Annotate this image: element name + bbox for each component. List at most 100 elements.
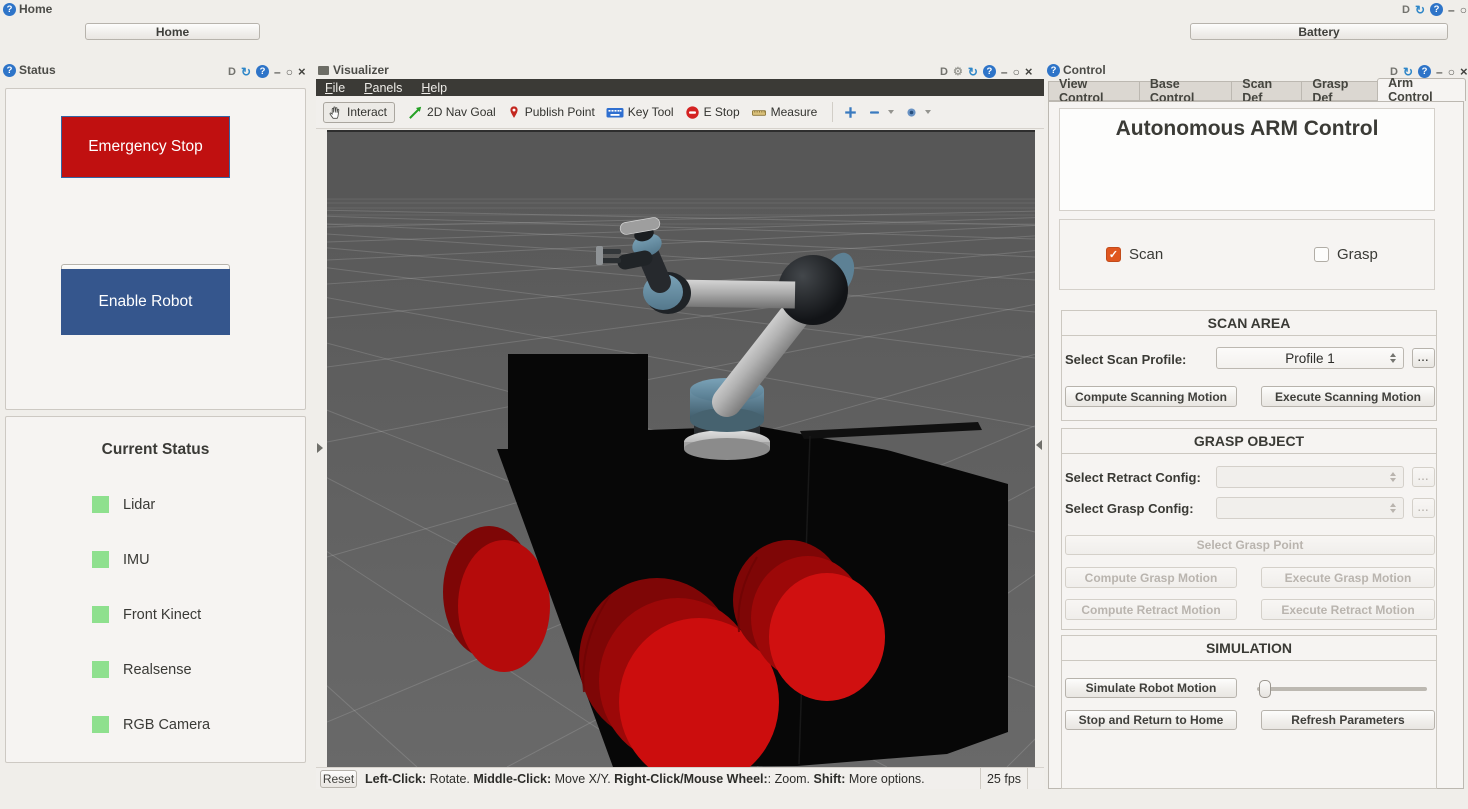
status-panel: ? Status D ↻ ? – ○ × Emergency Stop Enab…: [2, 62, 314, 774]
right-splitter-handle[interactable]: [1036, 440, 1042, 450]
tab-view-control[interactable]: View Control: [1048, 81, 1139, 101]
tab-grasp-def[interactable]: Grasp Def: [1301, 81, 1377, 101]
help-icon: ?: [3, 64, 16, 77]
key-tool-button[interactable]: Key Tool: [606, 105, 674, 120]
home-button[interactable]: Home: [85, 23, 260, 40]
close-button[interactable]: ×: [298, 65, 306, 79]
restore-button[interactable]: ○: [1460, 3, 1467, 17]
compute-grasp-motion-button[interactable]: Compute Grasp Motion: [1065, 567, 1237, 588]
publish-point-tool-button[interactable]: Publish Point: [507, 105, 595, 120]
nav-goal-tool-button[interactable]: 2D Nav Goal: [408, 105, 496, 120]
compute-scanning-motion-button[interactable]: Compute Scanning Motion: [1065, 386, 1237, 407]
simulate-robot-motion-button[interactable]: Simulate Robot Motion: [1065, 678, 1237, 698]
measure-tool-button[interactable]: Measure: [751, 105, 818, 120]
scan-profile-browse-button[interactable]: ...: [1412, 348, 1435, 368]
grasp-object-header: GRASP OBJECT: [1061, 428, 1437, 454]
device-label: Lidar: [123, 497, 155, 513]
scan-area-header: SCAN AREA: [1061, 310, 1437, 336]
minimize-button[interactable]: –: [274, 65, 281, 79]
execute-scanning-motion-button[interactable]: Execute Scanning Motion: [1261, 386, 1435, 407]
visualizer-panel: Visualizer D ⚙ ↻ ? – ○ × File Panels Hel…: [316, 62, 1044, 791]
tab-scan-def[interactable]: Scan Def: [1231, 81, 1301, 101]
execute-grasp-motion-button[interactable]: Execute Grasp Motion: [1261, 567, 1435, 588]
grasp-config-select[interactable]: [1216, 497, 1404, 519]
status-indicator: [92, 661, 109, 678]
tab-arm-control[interactable]: Arm Control: [1377, 78, 1466, 101]
simulation-header: SIMULATION: [1061, 635, 1437, 661]
left-splitter-handle[interactable]: [317, 443, 323, 453]
grasp-checkbox[interactable]: [1314, 247, 1329, 262]
home-window-titlebar: ? Home D ↻ ? – ○ ×: [0, 0, 1468, 20]
menu-help[interactable]: Help: [421, 81, 447, 95]
scan-profile-label: Select Scan Profile:: [1065, 352, 1186, 367]
simulation-slider[interactable]: [1257, 687, 1427, 691]
gear-icon[interactable]: ⚙: [953, 65, 963, 79]
estop-icon: [685, 105, 700, 120]
3d-viewport[interactable]: [327, 130, 1035, 767]
estop-tool-button[interactable]: E Stop: [685, 105, 740, 120]
help-icon: ?: [1047, 64, 1060, 77]
status-indicator: [92, 606, 109, 623]
add-tool-button[interactable]: [844, 106, 857, 119]
camera-icon: [905, 106, 918, 119]
menubar: File Panels Help: [316, 79, 1044, 96]
minimize-button[interactable]: –: [1448, 3, 1455, 17]
menu-file[interactable]: File: [325, 81, 345, 95]
restore-button[interactable]: ○: [1013, 65, 1020, 79]
arm-control-heading: Autonomous ARM Control: [1116, 117, 1379, 210]
retract-config-browse-button[interactable]: ...: [1412, 467, 1435, 487]
execute-retract-motion-button[interactable]: Execute Retract Motion: [1261, 599, 1435, 620]
dock-button[interactable]: D: [940, 65, 948, 79]
control-panel: ? Control D ↻ ? – ○ × View Control Base …: [1046, 62, 1466, 791]
dock-button[interactable]: D: [1402, 3, 1410, 17]
menu-panels[interactable]: Panels: [364, 81, 402, 95]
compute-retract-motion-button[interactable]: Compute Retract Motion: [1065, 599, 1237, 620]
battery-button[interactable]: Battery: [1190, 23, 1448, 40]
help-icon[interactable]: ?: [1430, 3, 1443, 16]
chevron-down-icon: [925, 110, 931, 114]
interact-tool-button[interactable]: Interact: [323, 102, 395, 123]
simulation-slider-thumb[interactable]: [1259, 680, 1271, 698]
restore-button[interactable]: ○: [286, 65, 293, 79]
scan-profile-select[interactable]: Profile 1: [1216, 347, 1404, 369]
ruler-icon: [751, 105, 767, 120]
grasp-config-label: Select Grasp Config:: [1065, 501, 1194, 516]
reload-icon[interactable]: ↻: [968, 65, 978, 79]
control-tabbar: View Control Base Control Scan Def Grasp…: [1048, 78, 1466, 101]
reset-button[interactable]: Reset: [320, 770, 357, 788]
remove-tool-button[interactable]: [868, 106, 894, 119]
dock-button[interactable]: D: [228, 65, 236, 79]
reload-icon[interactable]: ↻: [241, 65, 251, 79]
toolbar: Interact 2D Nav Goal Publish Point Key T…: [316, 96, 1044, 129]
reload-icon[interactable]: ↻: [1415, 3, 1425, 17]
stop-return-home-button[interactable]: Stop and Return to Home: [1065, 710, 1237, 730]
help-icon[interactable]: ?: [983, 65, 996, 78]
arm-control-heading-box: Autonomous ARM Control: [1059, 108, 1435, 211]
status-indicator: [92, 496, 109, 513]
close-button[interactable]: ×: [1460, 65, 1468, 79]
minimize-button[interactable]: –: [1001, 65, 1008, 79]
status-indicator: [92, 551, 109, 568]
close-button[interactable]: ×: [1025, 65, 1033, 79]
retract-config-label: Select Retract Config:: [1065, 470, 1201, 485]
control-panel-title: Control: [1063, 63, 1106, 78]
select-grasp-point-button[interactable]: Select Grasp Point: [1065, 535, 1435, 555]
home-window-title: Home: [19, 2, 52, 17]
help-icon[interactable]: ?: [256, 65, 269, 78]
toolbar-separator: [832, 102, 833, 122]
retract-config-select[interactable]: [1216, 466, 1404, 488]
scan-checkbox[interactable]: [1106, 247, 1121, 262]
tool-properties-button[interactable]: [905, 106, 931, 119]
tab-base-control[interactable]: Base Control: [1139, 81, 1231, 101]
grasp-checkbox-label: Grasp: [1337, 246, 1378, 263]
current-status-box: [5, 416, 306, 763]
status-panel-title: Status: [19, 63, 56, 78]
grasp-config-browse-button[interactable]: ...: [1412, 498, 1435, 518]
chevron-down-icon: [888, 110, 894, 114]
visualizer-statusbar: Reset Left-Click: Rotate. Middle-Click: …: [316, 767, 1044, 789]
spinner-icon: [1390, 353, 1396, 363]
emergency-stop-button[interactable]: Emergency Stop: [61, 116, 230, 178]
enable-robot-button[interactable]: Enable Robot: [61, 269, 230, 335]
scan-checkbox-label: Scan: [1129, 246, 1163, 263]
refresh-parameters-button[interactable]: Refresh Parameters: [1261, 710, 1435, 730]
